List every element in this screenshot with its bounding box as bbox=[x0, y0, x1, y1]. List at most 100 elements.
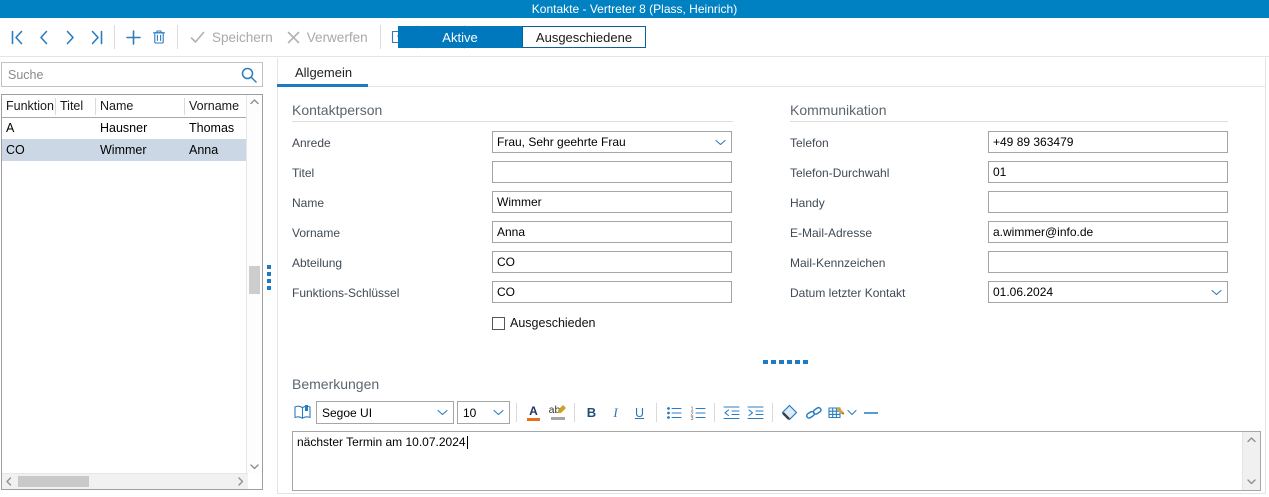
checkbox-box[interactable] bbox=[492, 317, 505, 330]
hyperlink-icon bbox=[805, 405, 823, 421]
column-header-vorname[interactable]: Vorname bbox=[185, 98, 247, 115]
toolbar-separator bbox=[772, 403, 773, 422]
notes-scrollbar[interactable] bbox=[1242, 432, 1260, 490]
window-titlebar: Kontakte - Vertreter 8 (Plass, Heinrich) bbox=[0, 0, 1269, 18]
contact-table: Funktion Titel Name Vorname A Hausner Th… bbox=[1, 94, 263, 490]
email-adresse-input[interactable] bbox=[988, 221, 1228, 243]
last-record-button[interactable] bbox=[84, 23, 108, 51]
bullet-list-button[interactable] bbox=[663, 401, 684, 425]
search-input[interactable] bbox=[2, 67, 236, 83]
scroll-left-icon[interactable] bbox=[2, 477, 16, 486]
ausgeschieden-checkbox[interactable]: Ausgeschieden bbox=[492, 316, 595, 330]
toolbar-separator bbox=[177, 25, 178, 49]
contact-row-selected[interactable]: CO Wimmer Anna bbox=[2, 139, 247, 161]
contact-row[interactable]: A Hausner Thomas bbox=[2, 117, 247, 139]
horizontal-line-button[interactable] bbox=[860, 401, 881, 425]
funktions-schluessel-input[interactable] bbox=[492, 281, 732, 303]
datum-value: 01.06.2024 bbox=[993, 285, 1053, 299]
column-header-funktion[interactable]: Funktion bbox=[2, 98, 56, 115]
titel-input[interactable] bbox=[492, 161, 732, 183]
handy-input[interactable] bbox=[988, 191, 1228, 213]
column-header-titel[interactable]: Titel bbox=[56, 98, 96, 115]
first-record-icon bbox=[10, 30, 26, 45]
toolbar-separator bbox=[714, 403, 715, 422]
name-input[interactable] bbox=[492, 191, 732, 213]
bold-button[interactable]: B bbox=[581, 401, 602, 425]
bemerkungen-textarea[interactable]: nächster Termin am 10.07.2024 bbox=[292, 431, 1261, 491]
delete-record-icon bbox=[151, 29, 167, 45]
italic-icon: I bbox=[613, 405, 617, 421]
anrede-select[interactable]: Frau, Sehr geehrte Frau bbox=[492, 131, 732, 153]
discard-x-icon bbox=[287, 31, 300, 44]
previous-record-icon bbox=[37, 30, 51, 45]
discard-button[interactable]: Verwerfen bbox=[287, 30, 368, 45]
tab-strip-line bbox=[368, 86, 1265, 87]
scroll-right-icon[interactable] bbox=[234, 477, 248, 486]
indent-button[interactable] bbox=[745, 401, 766, 425]
scrollbar-thumb[interactable] bbox=[249, 266, 260, 294]
add-record-icon bbox=[126, 30, 141, 45]
font-color-button[interactable]: A bbox=[523, 401, 544, 425]
chevron-down-icon bbox=[1211, 289, 1222, 296]
vorname-input[interactable] bbox=[492, 221, 732, 243]
telefon-input[interactable] bbox=[988, 131, 1228, 153]
search-button[interactable] bbox=[236, 63, 262, 86]
text-module-button[interactable] bbox=[292, 401, 313, 425]
toolbar-separator bbox=[114, 25, 115, 49]
abteilung-input[interactable] bbox=[492, 251, 732, 273]
chevron-down-icon bbox=[715, 139, 726, 146]
checkbox-label: Ausgeschieden bbox=[510, 316, 595, 330]
next-record-icon bbox=[63, 30, 77, 45]
underline-button[interactable]: U bbox=[629, 401, 650, 425]
mail-kennzeichen-input[interactable] bbox=[988, 251, 1228, 273]
font-family-select[interactable]: Segoe UI bbox=[316, 401, 454, 424]
numbered-list-button[interactable]: 123 bbox=[687, 401, 708, 425]
hyperlink-button[interactable] bbox=[803, 401, 824, 425]
telefon-durchwahl-input[interactable] bbox=[988, 161, 1228, 183]
next-record-button[interactable] bbox=[58, 23, 82, 51]
table-edit-button[interactable] bbox=[827, 401, 857, 425]
column-header-name[interactable]: Name bbox=[96, 98, 185, 115]
scroll-up-icon[interactable] bbox=[247, 95, 262, 109]
notes-text: nächster Termin am 10.07.2024 bbox=[297, 435, 466, 449]
italic-button[interactable]: I bbox=[605, 401, 626, 425]
cell-funktion: A bbox=[2, 121, 56, 135]
cell-name: Hausner bbox=[96, 121, 185, 135]
tab-ausgeschiedene[interactable]: Ausgeschiedene bbox=[522, 26, 646, 48]
vertical-splitter-handle[interactable] bbox=[267, 265, 271, 290]
scroll-down-icon[interactable] bbox=[1243, 474, 1259, 490]
window-title: Kontakte - Vertreter 8 (Plass, Heinrich) bbox=[532, 2, 737, 16]
section-rule bbox=[292, 121, 733, 122]
scroll-up-icon[interactable] bbox=[1243, 432, 1259, 448]
previous-record-button[interactable] bbox=[32, 23, 56, 51]
scroll-down-icon[interactable] bbox=[247, 460, 262, 474]
tab-ausgeschiedene-label: Ausgeschiedene bbox=[536, 30, 632, 45]
delete-record-button[interactable] bbox=[147, 23, 171, 51]
table-edit-icon bbox=[828, 405, 845, 421]
font-size-select[interactable]: 10 bbox=[457, 401, 510, 424]
tab-allgemein[interactable]: Allgemein bbox=[295, 65, 352, 80]
table-vertical-scrollbar[interactable] bbox=[246, 95, 262, 474]
horizontal-splitter-handle[interactable] bbox=[763, 360, 808, 364]
tab-aktive[interactable]: Aktive bbox=[398, 26, 522, 48]
diamond-button[interactable] bbox=[779, 401, 800, 425]
chevron-down-icon bbox=[493, 409, 504, 416]
outdent-button[interactable] bbox=[721, 401, 742, 425]
label-telefon-durchwahl: Telefon-Durchwahl bbox=[790, 166, 889, 180]
first-record-button[interactable] bbox=[6, 23, 30, 51]
main-panel-left-border bbox=[277, 58, 278, 493]
chevron-down-icon bbox=[437, 409, 448, 416]
svg-text:3: 3 bbox=[690, 416, 693, 420]
highlight-button[interactable]: ab bbox=[547, 401, 568, 425]
add-record-button[interactable] bbox=[121, 23, 145, 51]
table-horizontal-scrollbar[interactable] bbox=[2, 473, 248, 489]
save-button[interactable]: Speichern bbox=[190, 30, 273, 45]
scrollbar-thumb[interactable] bbox=[18, 476, 89, 487]
section-title-kontaktperson: Kontaktperson bbox=[292, 102, 382, 118]
cell-name: Wimmer bbox=[96, 143, 185, 157]
horizontal-line-icon bbox=[864, 412, 878, 414]
label-datum-letzter-kontakt: Datum letzter Kontakt bbox=[790, 286, 905, 300]
datum-letzter-kontakt-select[interactable]: 01.06.2024 bbox=[988, 281, 1228, 303]
font-family-value: Segoe UI bbox=[322, 406, 372, 420]
last-record-icon bbox=[88, 30, 104, 45]
